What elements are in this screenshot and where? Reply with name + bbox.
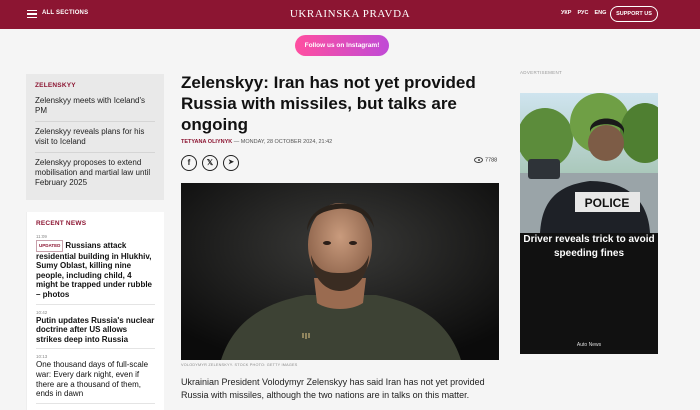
advertisement-label: ADVERTISEMENT xyxy=(520,70,563,75)
updated-badge: UPDATED xyxy=(36,240,64,252)
photo-caption: VOLODYMYR ZELENSKYY. STOCK PHOTO: GETTY … xyxy=(181,363,298,367)
telegram-icon[interactable]: ➤ xyxy=(223,155,239,171)
zelenskyy-topic-title[interactable]: ZELENSKYY xyxy=(35,82,155,89)
facebook-icon[interactable]: f xyxy=(181,155,197,171)
news-time: 10:13 xyxy=(36,354,48,360)
lang-eng[interactable]: ENG xyxy=(594,10,606,16)
news-item[interactable]: 10:42 Putin updates Russia's nuclear doc… xyxy=(36,310,155,350)
views-count: 7788 xyxy=(485,157,498,164)
news-title[interactable]: Putin updates Russia's nuclear doctrine … xyxy=(36,316,155,345)
x-icon[interactable]: 𝕏 xyxy=(202,155,218,171)
news-item[interactable]: 10:13 One thousand days of full-scale wa… xyxy=(36,354,155,404)
article-byline: TETYANA OLIYNYK — MONDAY, 28 OCTOBER 202… xyxy=(181,139,332,145)
ad-source: Auto News xyxy=(576,342,602,348)
police-officer-ad-image: POLICE xyxy=(520,93,658,354)
article-lead: Ukrainian President Volodymyr Zelenskyy … xyxy=(181,377,485,400)
news-title[interactable]: UPDATED Russians attack residential build… xyxy=(36,240,155,300)
lang-rus[interactable]: РУС xyxy=(577,10,588,16)
topic-link[interactable]: Zelenskyy proposes to extend mobilisatio… xyxy=(35,158,155,193)
news-time: 11:09 xyxy=(36,234,47,239)
views-counter: 7788 xyxy=(474,157,497,163)
lang-ukr[interactable]: УКР xyxy=(561,10,571,16)
language-switcher: УКР РУС ENG xyxy=(561,10,612,16)
topic-link[interactable]: Zelenskyy meets with Iceland's PM xyxy=(35,96,155,122)
support-us-button[interactable]: SUPPORT US xyxy=(610,6,658,22)
article-date: — MONDAY, 28 OCTOBER 2024, 21:42 xyxy=(232,139,333,145)
eye-icon xyxy=(474,157,483,163)
recent-news-box: RECENT NEWS 11:09 UPDATED Russians attack… xyxy=(26,212,164,410)
article-headline: Zelenskyy: Iran has not yet provided Rus… xyxy=(181,73,476,134)
zelenskyy-portrait-image xyxy=(181,183,499,360)
top-header: ALL SECTIONS UKRAINSKA PRAVDA УКР РУС ENG … xyxy=(0,0,700,29)
page: ALL SECTIONS UKRAINSKA PRAVDA УКР РУС ENG … xyxy=(0,0,700,410)
author-link[interactable]: TETYANA OLIYNYK xyxy=(181,139,232,145)
police-vest-text: POLICE xyxy=(585,196,630,210)
topic-link[interactable]: Zelenskyy reveals plans for his visit to… xyxy=(35,127,155,153)
recent-news-title: RECENT NEWS xyxy=(36,220,87,227)
news-item[interactable]: 11:09 UPDATED Russians attack residential… xyxy=(36,234,155,305)
instagram-follow-button[interactable]: Follow us on Instagram! xyxy=(295,35,389,56)
ad-banner[interactable]: POLICE Driver reveals trick to avoid spe… xyxy=(520,93,658,354)
article-photo xyxy=(181,183,499,360)
ad-title[interactable]: Driver reveals trick to avoid speeding f… xyxy=(520,233,658,261)
news-time: 10:42 xyxy=(36,309,48,315)
zelenskyy-topic-box: ZELENSKYY Zelenskyy meets with Iceland's… xyxy=(26,74,164,200)
news-title[interactable]: One thousand days of full-scale war: Eve… xyxy=(36,360,155,398)
